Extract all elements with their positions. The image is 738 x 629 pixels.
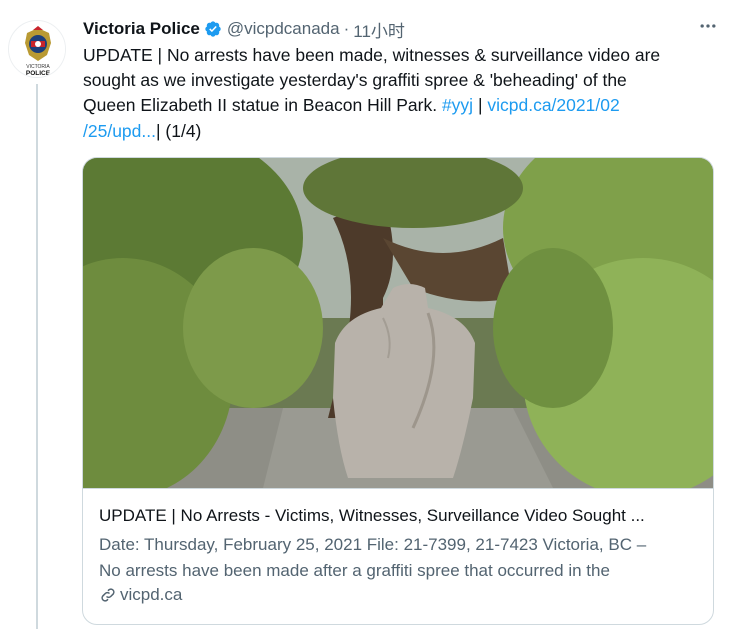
tweet-header: Victoria Police @vicpdcanada · 11小时	[83, 17, 405, 41]
statue-photo	[83, 158, 713, 488]
tweet-text-line: UPDATE | No arrests have been made, witn…	[83, 45, 661, 65]
link-preview-card[interactable]: UPDATE | No Arrests - Victims, Witnesses…	[82, 157, 714, 625]
card-divider	[83, 488, 713, 489]
tweet-text-line: /25/upd...| (1/4)	[83, 120, 202, 141]
separator-dot: ·	[343, 19, 350, 38]
card-description: Date: Thursday, February 25, 2021 File: …	[99, 532, 699, 584]
link-icon	[101, 588, 115, 602]
url-link[interactable]: vicpd.ca/2021/02	[487, 95, 619, 115]
thread-line	[36, 84, 38, 629]
author-name[interactable]: Victoria Police	[83, 19, 200, 39]
more-options-button[interactable]	[693, 14, 723, 38]
card-domain-text: vicpd.ca	[120, 585, 183, 604]
verified-badge-icon	[205, 21, 221, 37]
url-link-continued[interactable]: /25/upd...	[83, 121, 156, 141]
card-title: UPDATE | No Arrests - Victims, Witnesses…	[99, 506, 645, 525]
tweet-text-line: sought as we investigate yesterday's gra…	[83, 70, 627, 91]
card-description-line: Date: Thursday, February 25, 2021 File: …	[99, 535, 647, 554]
card-description-line: No arrests have been made after a graffi…	[99, 561, 610, 580]
tweet-timestamp[interactable]: 11小时	[353, 17, 405, 42]
svg-text:POLICE: POLICE	[26, 70, 51, 77]
tweet-text-line: Queen Elizabeth II statue in Beacon Hill…	[83, 95, 620, 116]
avatar[interactable]: VICTORIA POLICE	[8, 20, 66, 78]
card-image[interactable]	[83, 158, 713, 488]
tweet-text: UPDATE | No arrests have been made, witn…	[83, 43, 713, 144]
card-domain: vicpd.ca	[99, 585, 182, 605]
author-handle[interactable]: @vicpdcanada	[227, 19, 340, 39]
more-options-icon	[700, 24, 716, 28]
hashtag-link[interactable]: #yyj	[442, 95, 473, 115]
victoria-police-crest-icon: VICTORIA POLICE	[9, 21, 65, 77]
